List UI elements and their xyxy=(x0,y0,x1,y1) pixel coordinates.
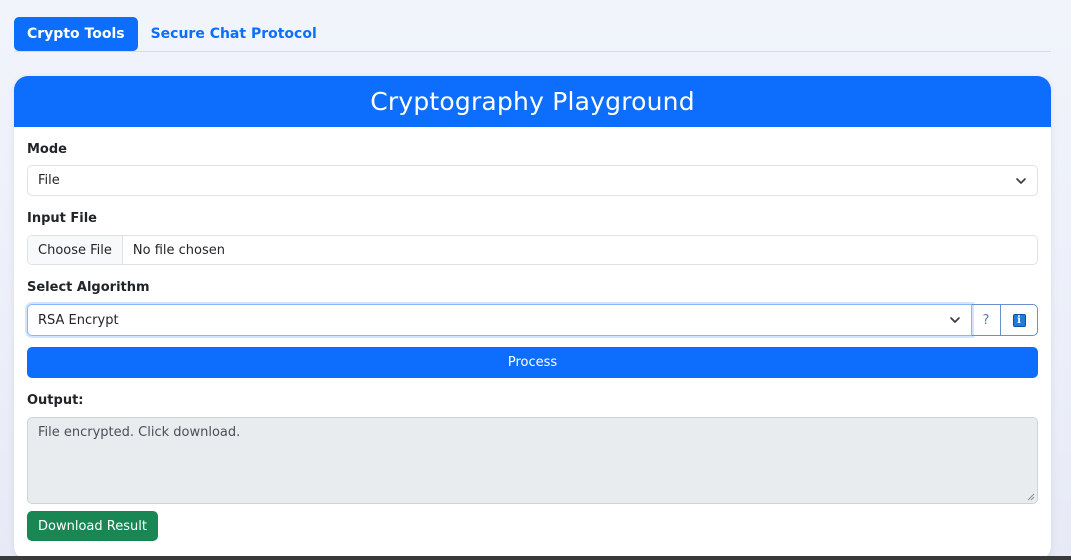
resize-grip-icon[interactable] xyxy=(1026,492,1035,501)
file-name-text: No file chosen xyxy=(132,242,225,258)
choose-file-button[interactable]: Choose File xyxy=(28,236,123,264)
tab-crypto-tools[interactable]: Crypto Tools xyxy=(14,17,138,51)
help-button[interactable]: ? xyxy=(972,304,1001,336)
output-text: File encrypted. Click download. xyxy=(38,425,241,440)
tab-bar: Crypto Tools Secure Chat Protocol xyxy=(14,17,1051,52)
info-button[interactable]: i xyxy=(1001,304,1038,336)
algorithm-select[interactable]: RSA Encrypt xyxy=(27,304,972,336)
tab-secure-chat-protocol[interactable]: Secure Chat Protocol xyxy=(138,17,330,51)
process-button[interactable]: Process xyxy=(27,347,1038,378)
algorithm-select-value: RSA Encrypt xyxy=(38,312,119,328)
crypto-card: Cryptography Playground Mode File Input … xyxy=(14,76,1051,560)
algorithm-row: RSA Encrypt ? i xyxy=(27,304,1038,336)
info-icon: i xyxy=(1012,313,1026,327)
chevron-down-icon xyxy=(950,317,960,323)
output-label: Output: xyxy=(27,393,84,408)
input-file-label: Input File xyxy=(27,211,98,226)
card-title: Cryptography Playground xyxy=(14,76,1051,127)
select-algorithm-label: Select Algorithm xyxy=(27,280,150,295)
mode-label: Mode xyxy=(27,142,67,157)
mode-select-value: File xyxy=(38,173,60,188)
file-input[interactable]: Choose File No file chosen xyxy=(27,235,1038,265)
download-result-button[interactable]: Download Result xyxy=(27,511,158,541)
chevron-down-icon xyxy=(1016,177,1026,184)
output-textarea[interactable]: File encrypted. Click download. xyxy=(27,417,1038,504)
bottom-edge xyxy=(0,556,1071,560)
mode-select[interactable]: File xyxy=(27,165,1038,196)
